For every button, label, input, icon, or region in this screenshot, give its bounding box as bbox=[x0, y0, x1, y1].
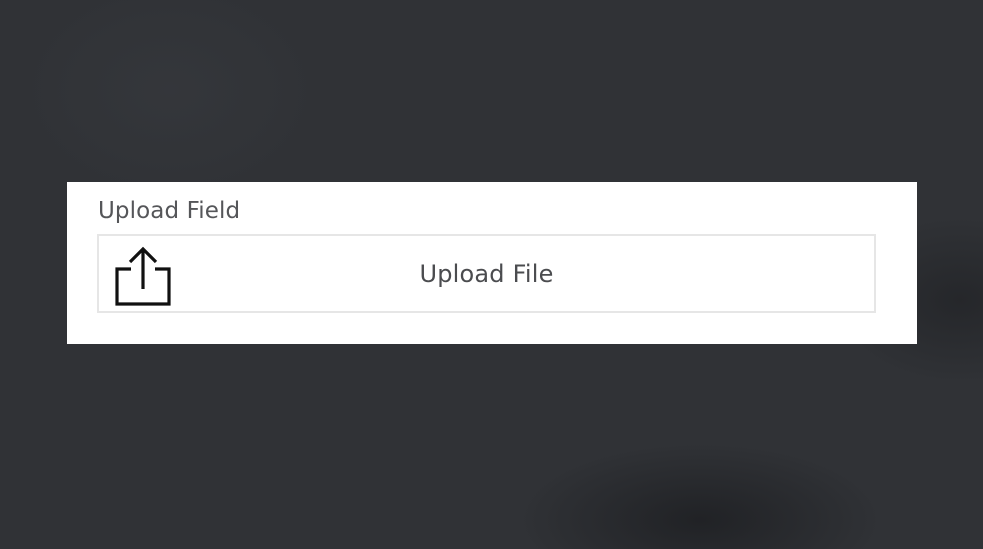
upload-file-label: Upload File bbox=[419, 260, 554, 288]
upload-field-panel: Upload Field Upload File bbox=[67, 182, 917, 344]
upload-file-button[interactable]: Upload File bbox=[97, 234, 876, 313]
upload-field-label: Upload Field bbox=[98, 198, 241, 224]
